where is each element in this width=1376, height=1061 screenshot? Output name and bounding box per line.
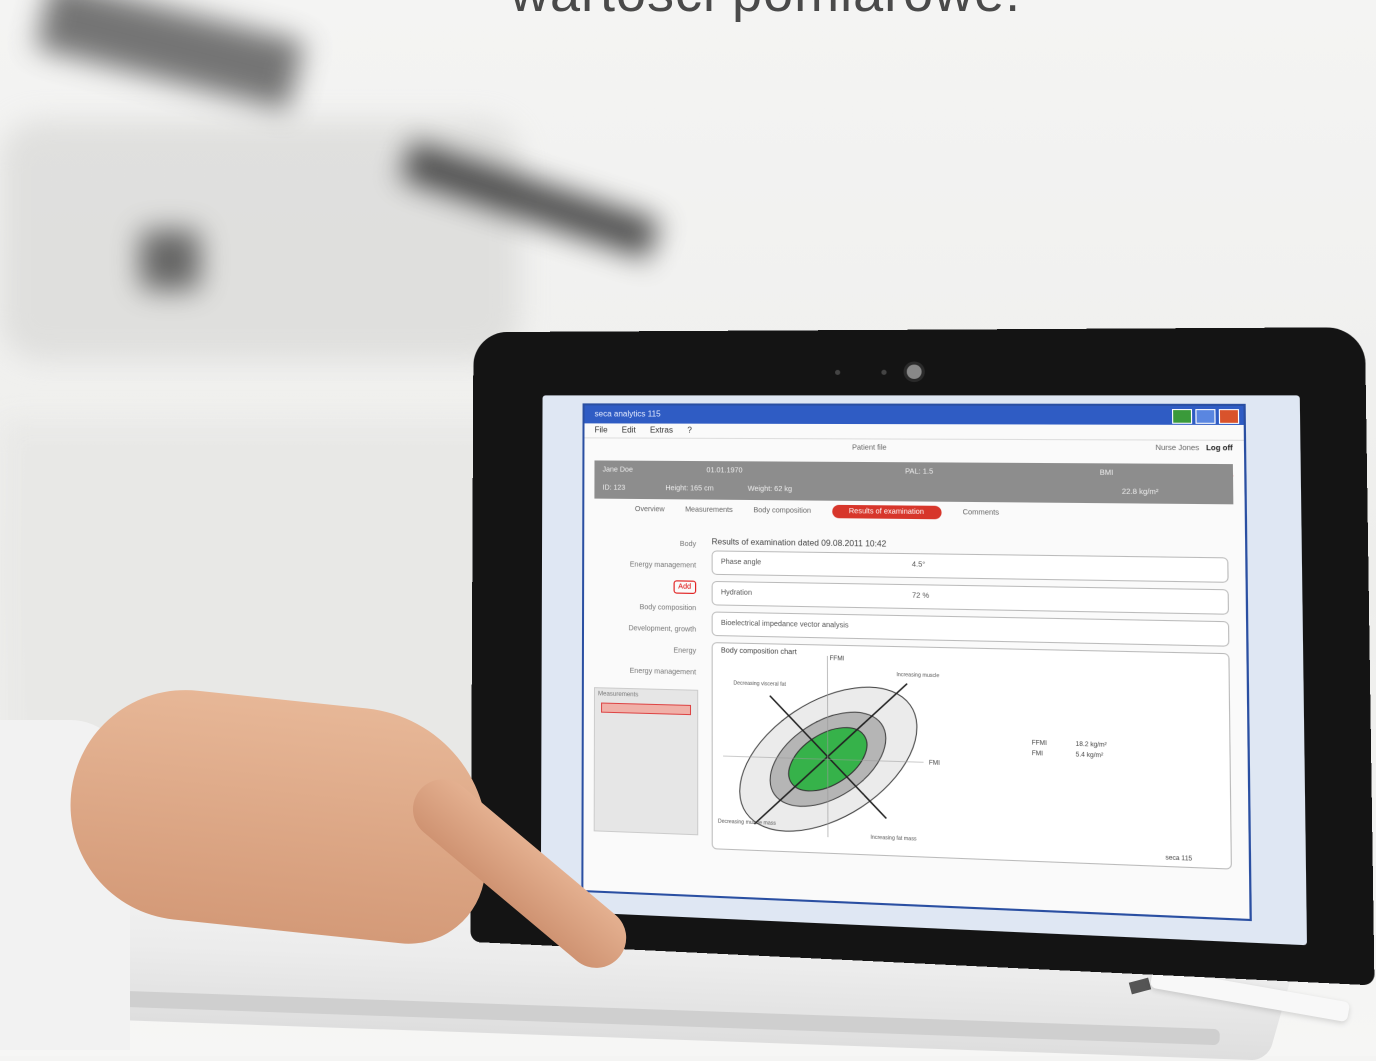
status-icon[interactable] (1172, 409, 1192, 424)
sidebar-item[interactable]: Energy management (594, 667, 696, 677)
background-blur (35, 0, 304, 110)
title-bar: seca analytics 115 (585, 405, 1244, 425)
sidebar: Body Energy management Add Body composit… (594, 540, 696, 691)
menu-help[interactable]: ? (687, 424, 692, 438)
tab-results[interactable]: Results of examination (832, 504, 941, 518)
sidebar-item[interactable]: Energy (594, 646, 696, 655)
panel-label: Bioelectrical impedance vector analysis (721, 620, 849, 630)
sidebar-item[interactable]: Body composition (594, 603, 696, 612)
menu-file[interactable]: File (595, 423, 608, 437)
maximize-button[interactable] (1195, 409, 1215, 424)
panel-label: Phase angle (721, 559, 761, 567)
panel-label: Hydration (721, 589, 752, 597)
footer-tag: seca 115 (1165, 855, 1193, 863)
patient-pal: PAL: 1.5 (905, 468, 933, 475)
background-blur (140, 230, 200, 290)
legend-value: 18.2 kg/m² (1076, 742, 1107, 749)
header-line: Patient file Nurse Jones Log off seca (584, 438, 1244, 460)
app-window: seca analytics 115 File Edit Extras ? Pa… (581, 403, 1251, 921)
increasing-muscle-label: Increasing muscle (896, 672, 939, 679)
patient-height: Height: 165 cm (665, 485, 713, 492)
menu-edit[interactable]: Edit (622, 423, 636, 437)
patient-bar: Jane Doe 01.01.1970 ID: 123 Height: 165 … (594, 460, 1233, 504)
fmi-label: FMI (929, 760, 941, 767)
legend-label: FMI (1032, 751, 1044, 758)
patient-weight: Weight: 62 kg (748, 486, 792, 493)
sidebar-item[interactable]: Body (594, 540, 696, 548)
sidebar-add-button[interactable]: Add (673, 580, 696, 594)
close-button[interactable] (1219, 409, 1239, 424)
result-panel[interactable]: Phase angle 4.5° (712, 550, 1229, 582)
sensor-dot (835, 370, 840, 375)
patient-dob: 01.01.1970 (706, 467, 742, 474)
patient-id: ID: 123 (603, 485, 626, 492)
laptop-lid: seca analytics 115 File Edit Extras ? Pa… (471, 327, 1375, 985)
tab-measurements[interactable]: Measurements (685, 506, 733, 514)
body-composition-chart-panel: Body composition chart FFMI FMI Increasi… (712, 642, 1232, 870)
patient-name: Jane Doe (603, 467, 633, 474)
legend-label: FFMI (1032, 740, 1048, 747)
measurements-box-label: Measurements (595, 688, 697, 703)
laptop-screen: seca analytics 115 File Edit Extras ? Pa… (541, 395, 1307, 945)
sidebar-item[interactable]: Development, growth (594, 624, 696, 633)
sensor-dot (881, 370, 886, 375)
panel-value: 72 % (912, 592, 929, 600)
tab-overview[interactable]: Overview (635, 506, 665, 513)
result-panel[interactable]: Hydration 72 % (712, 581, 1229, 615)
tab-body-composition[interactable]: Body composition (753, 507, 811, 515)
panel-value: 4.5° (912, 561, 925, 568)
selected-measurement[interactable] (601, 703, 691, 716)
decreasing-fat-label: Decreasing visceral fat (733, 680, 786, 688)
page-header: Patient file (852, 445, 887, 452)
tab-comments[interactable]: Comments (963, 509, 1000, 517)
bmi-label: BMI (1100, 470, 1114, 477)
measurements-box: Measurements (594, 687, 699, 835)
body-composition-chart: FFMI FMI Increasing muscle Decreasing vi… (713, 643, 1233, 868)
window-title: seca analytics 115 (595, 409, 661, 418)
sidebar-item[interactable]: Energy management (594, 561, 696, 570)
legend-value: 5.4 kg/m² (1076, 752, 1104, 759)
result-panel[interactable]: Bioelectrical impedance vector analysis (712, 612, 1230, 647)
ffmi-label: FFMI (830, 656, 845, 663)
menu-extras[interactable]: Extras (650, 424, 673, 438)
headline: wartości pomiarowe. (510, 0, 1021, 24)
user-label: Nurse Jones (1155, 445, 1199, 453)
results-area: Results of examination dated 09.08.2011 … (712, 537, 1233, 907)
logoff-link[interactable]: Log off (1206, 445, 1233, 453)
webcam (907, 365, 922, 379)
increasing-fat-label: Increasing fat mass (870, 835, 917, 843)
bmi-value: 22.8 kg/m² (1122, 489, 1159, 497)
